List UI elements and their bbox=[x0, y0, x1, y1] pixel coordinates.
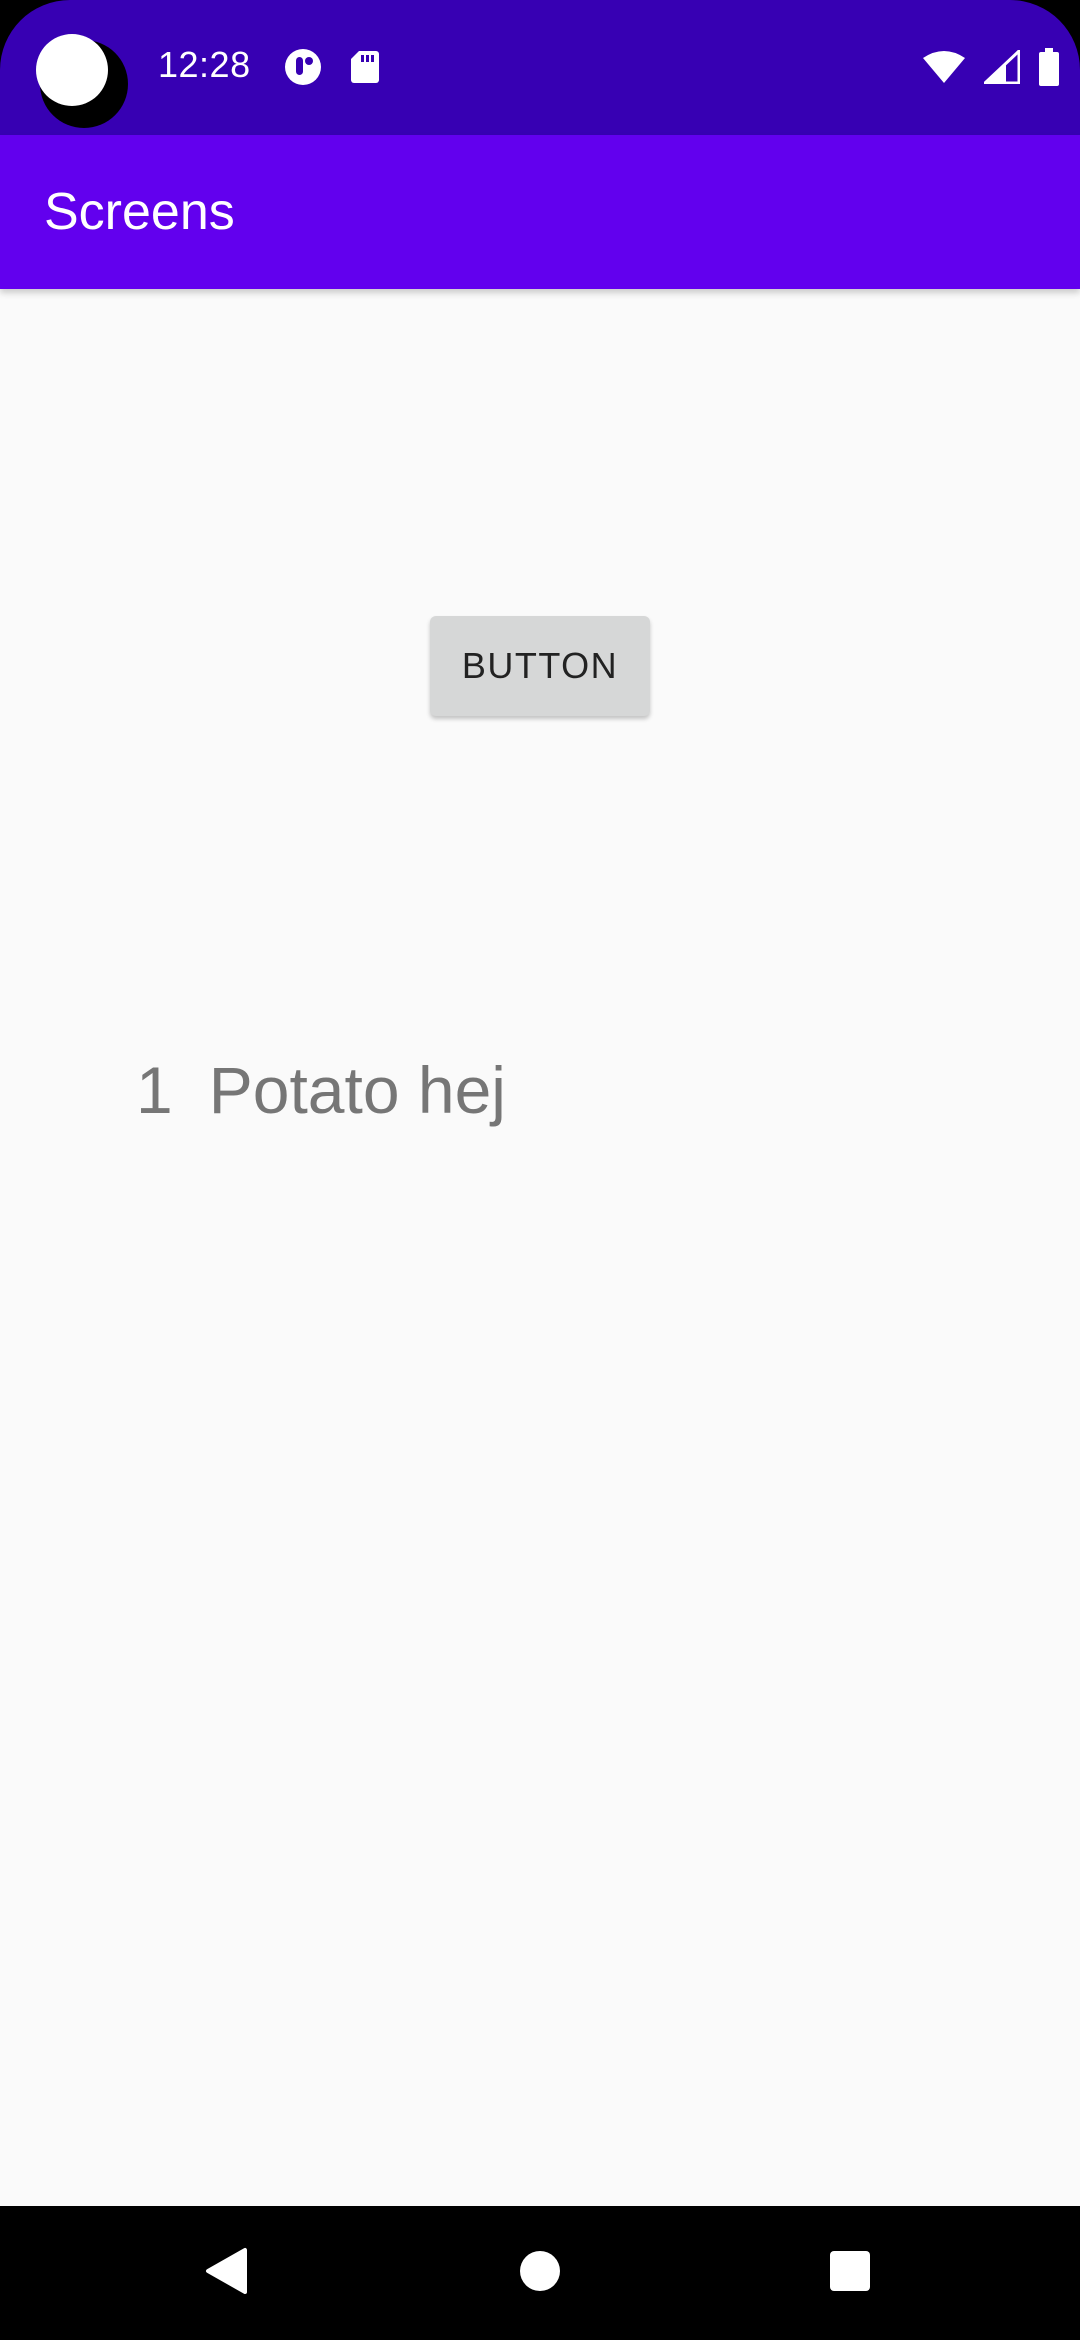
wifi-icon bbox=[922, 50, 966, 89]
notification-app-icon bbox=[284, 48, 322, 91]
battery-icon bbox=[1038, 48, 1060, 91]
back-icon bbox=[204, 2247, 248, 2300]
recents-button[interactable] bbox=[780, 2206, 920, 2340]
home-icon bbox=[519, 2250, 561, 2297]
list-item-text: Potato hej bbox=[208, 1053, 506, 1127]
home-button[interactable] bbox=[470, 2206, 610, 2340]
status-bar: 12:28 bbox=[0, 0, 1080, 135]
status-time: 12:28 bbox=[158, 44, 251, 85]
app-bar: Screens bbox=[0, 135, 1080, 289]
camera-cutout bbox=[36, 30, 132, 135]
back-button[interactable] bbox=[156, 2206, 296, 2340]
main-button[interactable]: BUTTON bbox=[430, 616, 650, 716]
list-item: 1 Potato hej bbox=[136, 1052, 506, 1128]
app-title: Screens bbox=[44, 183, 235, 241]
screen: 12:28 Screens BUTTON 1 Potato hej bbox=[0, 0, 1080, 2340]
sd-card-icon bbox=[350, 49, 380, 90]
navigation-bar bbox=[0, 2206, 1080, 2340]
signal-icon bbox=[981, 47, 1021, 89]
status-icons-left bbox=[284, 48, 380, 91]
status-icons-right bbox=[922, 47, 1060, 91]
list-item-number: 1 bbox=[136, 1053, 173, 1127]
recents-icon bbox=[829, 2250, 871, 2297]
